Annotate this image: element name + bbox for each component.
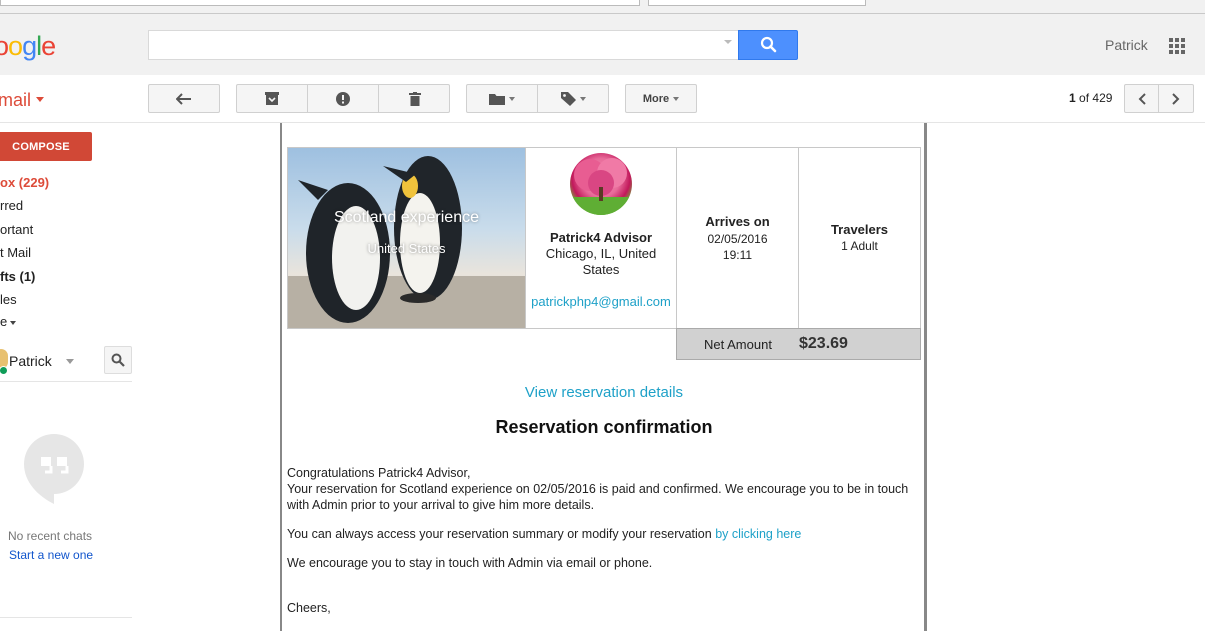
chat-search-button[interactable]	[104, 346, 132, 374]
search-options-caret-icon[interactable]	[724, 40, 732, 44]
browser-chrome-strip	[0, 0, 1205, 14]
confirmation-title: Reservation confirmation	[495, 417, 713, 437]
sidebar-item-sent-mail[interactable]: t Mail	[0, 245, 31, 260]
net-amount-label: Net Amount	[704, 337, 772, 352]
back-button[interactable]	[148, 84, 220, 113]
sidebar-more-label: e	[0, 314, 8, 329]
folder-icon	[489, 93, 505, 105]
pager-current: 1	[1069, 91, 1076, 105]
sidebar-footer	[0, 617, 132, 631]
older-button[interactable]	[1159, 84, 1194, 113]
chat-user-name[interactable]: Patrick	[9, 353, 52, 369]
no-recent-chats: No recent chats	[8, 529, 93, 543]
sidebar-item-more[interactable]: e	[0, 314, 17, 329]
app-label: mail	[0, 90, 32, 110]
chevron-down-icon	[509, 96, 515, 101]
apps-grid-icon[interactable]	[1169, 38, 1185, 54]
gmail-header: oogle Patrick	[0, 14, 1205, 75]
view-reservation-link: View reservation details	[287, 384, 921, 401]
logo-letter: o	[0, 31, 9, 61]
newer-button[interactable]	[1124, 84, 1159, 113]
back-arrow-icon	[176, 92, 191, 105]
stay-in-touch-paragraph: We encourage you to stay in touch with A…	[287, 556, 653, 570]
advisor-location: Chicago, IL, United States	[545, 246, 657, 277]
confirmation-paragraph: Your reservation for Scotland experience…	[287, 482, 909, 512]
travelers-value: 1 Adult	[841, 239, 878, 253]
chat-user-row: Patrick	[0, 340, 132, 382]
sidebar-item-inbox[interactable]: ox (229)	[0, 175, 49, 190]
labels-button[interactable]	[538, 85, 609, 112]
archive-icon	[265, 92, 279, 105]
advisor-email-link[interactable]: patrickphp4@gmail.com	[526, 294, 676, 309]
online-status-icon	[0, 366, 8, 375]
pager-total: 429	[1092, 91, 1113, 105]
access-text: You can always access your reservation s…	[287, 527, 716, 541]
net-amount-value: $23.69	[799, 335, 848, 352]
sidebar-item-important[interactable]: ortant	[0, 222, 33, 237]
app-switcher[interactable]: mail	[0, 90, 45, 111]
logo-text: oogle	[0, 31, 56, 61]
search-icon	[760, 36, 777, 53]
hangouts-icon	[24, 434, 84, 504]
more-label: More	[642, 92, 670, 105]
report-spam-button[interactable]	[308, 85, 379, 112]
chevron-down-icon	[36, 96, 45, 102]
chevron-down-icon	[10, 320, 17, 325]
address-bar[interactable]	[0, 0, 640, 6]
travelers-label: Travelers	[830, 222, 889, 237]
experience-hero-image: Scotland experience United States	[288, 148, 525, 328]
column-divider	[798, 148, 799, 328]
search-input[interactable]	[148, 30, 738, 60]
chevron-left-icon	[1138, 92, 1146, 105]
more-button[interactable]: More	[625, 84, 697, 113]
experience-title: Scotland experience	[334, 209, 479, 226]
arrives-datetime: 02/05/2016 19:11	[677, 231, 798, 263]
net-amount-box: Net Amount $23.69	[676, 328, 921, 360]
chevron-right-icon	[1172, 92, 1180, 105]
folder-label-group	[466, 84, 609, 113]
arrives-label: Arrives on	[705, 214, 770, 229]
arrives-date: 02/05/2016	[707, 232, 768, 246]
google-logo[interactable]: oogle	[0, 31, 56, 62]
sidebar-item-starred[interactable]: rred	[0, 198, 23, 213]
advisor-name: Patrick4 Advisor	[549, 230, 653, 245]
chevron-down-icon	[673, 96, 680, 101]
signoff-text: Cheers,	[287, 601, 331, 615]
browser-search-bar[interactable]	[648, 0, 866, 6]
sidebar-item-circles[interactable]: les	[0, 292, 17, 307]
penguins-image	[288, 156, 525, 328]
action-button-group	[236, 84, 450, 113]
clicking-here-link[interactable]: by clicking here	[715, 527, 801, 541]
experience-location: United States	[367, 241, 446, 256]
pager-sep: of	[1079, 91, 1090, 105]
start-new-chat-link[interactable]: Start a new one	[9, 548, 93, 562]
account-name[interactable]: Patrick	[1105, 37, 1148, 53]
access-paragraph: You can always access your reservation s…	[287, 526, 917, 542]
logo-letter: g	[22, 31, 37, 61]
chevron-down-icon[interactable]	[66, 359, 74, 364]
pagination-count: 1 of 429	[1069, 91, 1112, 105]
chevron-down-icon	[580, 96, 586, 101]
message-toolbar: mail More 1 of 429	[0, 75, 1205, 123]
arrives-time: 19:11	[722, 248, 753, 262]
compose-button[interactable]: COMPOSE	[0, 132, 92, 161]
sidebar-item-drafts[interactable]: fts (1)	[0, 269, 35, 284]
move-to-button[interactable]	[467, 85, 538, 112]
view-reservation-link-text[interactable]: View reservation details	[525, 384, 683, 401]
search-icon	[111, 353, 125, 367]
logo-letter: o	[8, 31, 23, 61]
archive-button[interactable]	[237, 85, 308, 112]
cherry-tree-image	[570, 158, 632, 215]
advisor-avatar	[570, 153, 632, 215]
spam-icon	[336, 91, 350, 106]
logo-letter: e	[41, 31, 56, 61]
label-tag-icon	[561, 91, 576, 106]
greeting-text: Congratulations Patrick4 Advisor,	[287, 466, 471, 480]
trash-icon	[408, 91, 421, 106]
delete-button[interactable]	[379, 85, 450, 112]
search-button[interactable]	[738, 30, 798, 60]
